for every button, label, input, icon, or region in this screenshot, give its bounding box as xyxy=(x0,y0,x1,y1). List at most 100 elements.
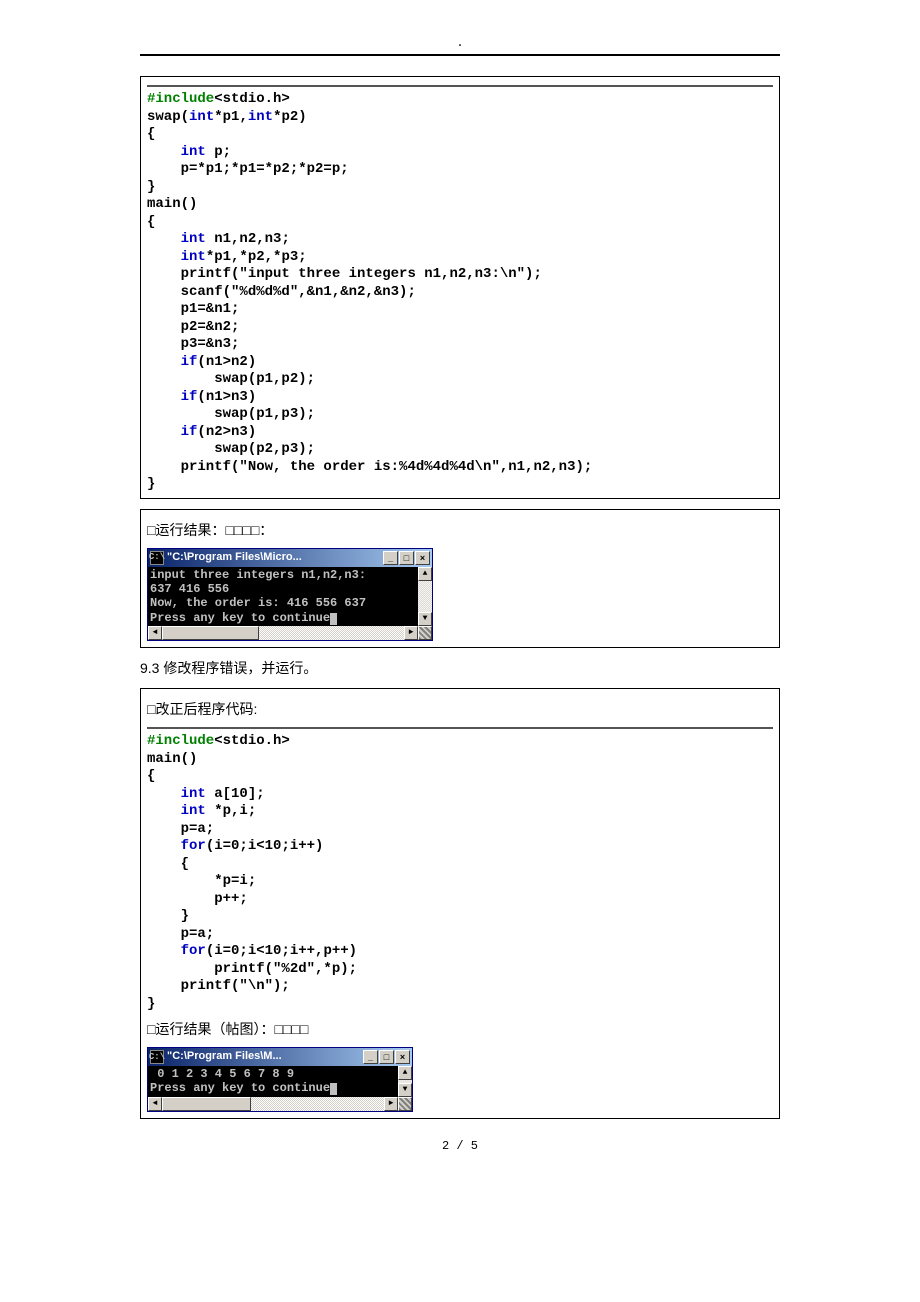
indent xyxy=(147,389,181,405)
scroll-left-button[interactable]: ◄ xyxy=(148,1097,162,1111)
kw-if: if xyxy=(181,389,198,405)
indent xyxy=(147,249,181,265)
document-page: . #include<stdio.h> swap(int*p1,int*p2) … xyxy=(0,0,920,1193)
printf-prompt: printf("input three integers n1,n2,n3:\n… xyxy=(147,266,542,282)
scroll-up-button[interactable]: ▲ xyxy=(418,567,432,581)
kw-include: #include xyxy=(147,91,214,107)
resize-grip-icon[interactable] xyxy=(418,626,432,640)
page-number: 2 / 5 xyxy=(140,1139,780,1153)
fn-swap: swap( xyxy=(147,109,189,125)
con1-line2: 637 416 556 xyxy=(150,582,229,596)
scroll-down-button[interactable]: ▼ xyxy=(398,1083,412,1097)
scroll-up-button[interactable]: ▲ xyxy=(398,1066,412,1080)
decl-pi: *p,i; xyxy=(206,803,256,819)
call-swap13: swap(p1,p3); xyxy=(147,406,315,422)
kw-if: if xyxy=(181,354,198,370)
indent xyxy=(147,354,181,370)
brace-close: } xyxy=(147,996,155,1012)
hscroll-thumb[interactable] xyxy=(162,1097,251,1111)
hscroll-track[interactable] xyxy=(162,626,404,640)
code-cell-1: #include<stdio.h> swap(int*p1,int*p2) { … xyxy=(140,76,780,499)
indent xyxy=(147,803,181,819)
kw-int: int xyxy=(248,109,273,125)
decl-n: n1,n2,n3; xyxy=(206,231,290,247)
fn-main: main() xyxy=(147,751,197,767)
code-block-1: #include<stdio.h> swap(int*p1,int*p2) { … xyxy=(147,85,773,494)
indent xyxy=(147,838,181,854)
fix-label: □改正后程序代码: xyxy=(147,699,773,719)
indent xyxy=(147,231,181,247)
close-button[interactable]: × xyxy=(415,551,430,565)
indent xyxy=(147,424,181,440)
code-block-2: #include<stdio.h> main() { int a[10]; in… xyxy=(147,727,773,1013)
kw-int: int xyxy=(181,786,206,802)
console-window-1: C:\ "C:\Program Files\Micro... _ □ × inp… xyxy=(147,548,433,642)
cond1: (n1>n2) xyxy=(197,354,256,370)
for-header2: (i=0;i<10;i++,p++) xyxy=(206,943,357,959)
console-app-icon: C:\ xyxy=(150,1050,164,1064)
indent xyxy=(147,144,181,160)
p-inc: p++; xyxy=(147,891,248,907)
close-button[interactable]: × xyxy=(395,1050,410,1064)
reset-p: p=a; xyxy=(147,926,214,942)
param1: *p1, xyxy=(214,109,248,125)
decl-a: a[10]; xyxy=(206,786,265,802)
assign-p2: p2=&n2; xyxy=(147,319,239,335)
assign-p1: p1=&n1; xyxy=(147,301,239,317)
maximize-button[interactable]: □ xyxy=(379,1050,394,1064)
brace-close: } xyxy=(147,476,155,492)
brace-close: } xyxy=(147,179,155,195)
scroll-right-button[interactable]: ► xyxy=(384,1097,398,1111)
maximize-button[interactable]: □ xyxy=(399,551,414,565)
console-titlebar[interactable]: C:\ "C:\Program Files\M... _ □ × xyxy=(148,1048,412,1066)
printf-nl: printf("\n"); xyxy=(147,978,290,994)
fn-main: main() xyxy=(147,196,197,212)
brace-open: { xyxy=(147,126,155,142)
kw-if: if xyxy=(181,424,198,440)
result-label-2: □运行结果（帖图）：□□□□ xyxy=(147,1019,773,1039)
brace-close: } xyxy=(147,908,189,924)
console-app-icon: C:\ xyxy=(150,551,164,565)
vertical-scrollbar[interactable]: ▲ ▼ xyxy=(398,1066,412,1097)
cursor-icon xyxy=(330,1083,337,1095)
scroll-track[interactable] xyxy=(418,581,432,613)
code-cell-2: □改正后程序代码: #include<stdio.h> main() { int… xyxy=(140,688,780,1119)
console-output: 0 1 2 3 4 5 6 7 8 9 Press any key to con… xyxy=(148,1066,398,1097)
kw-include: #include xyxy=(147,733,214,749)
brace-open: { xyxy=(147,214,155,230)
vertical-scrollbar[interactable]: ▲ ▼ xyxy=(418,567,432,627)
result-label-1: □运行结果：□□□□： xyxy=(147,520,773,540)
assign-p3: p3=&n3; xyxy=(147,336,239,352)
cond3: (n2>n3) xyxy=(197,424,256,440)
horizontal-scrollbar[interactable]: ◄ ► xyxy=(148,1097,412,1111)
console-titlebar[interactable]: C:\ "C:\Program Files\Micro... _ □ × xyxy=(148,549,432,567)
scroll-left-button[interactable]: ◄ xyxy=(148,626,162,640)
resize-grip-icon[interactable] xyxy=(398,1097,412,1111)
header-rule xyxy=(140,54,780,56)
brace-open: { xyxy=(147,856,189,872)
kw-int: int xyxy=(181,249,206,265)
hscroll-thumb[interactable] xyxy=(162,626,259,640)
kw-for: for xyxy=(181,943,206,959)
decl-p: p; xyxy=(206,144,231,160)
scanf: scanf("%d%d%d",&n1,&n2,&n3); xyxy=(147,284,416,300)
scroll-down-button[interactable]: ▼ xyxy=(418,612,432,626)
printf-item: printf("%2d",*p); xyxy=(147,961,357,977)
scroll-right-button[interactable]: ► xyxy=(404,626,418,640)
call-swap12: swap(p1,p2); xyxy=(147,371,315,387)
printf-result: printf("Now, the order is:%4d%4d%4d\n",n… xyxy=(147,459,592,475)
call-swap23: swap(p2,p3); xyxy=(147,441,315,457)
header-dot: . xyxy=(140,36,780,50)
horizontal-scrollbar[interactable]: ◄ ► xyxy=(148,626,432,640)
minimize-button[interactable]: _ xyxy=(383,551,398,565)
cursor-icon xyxy=(330,613,337,625)
indent xyxy=(147,786,181,802)
console-title: "C:\Program Files\M... xyxy=(167,1050,363,1063)
minimize-button[interactable]: _ xyxy=(363,1050,378,1064)
hscroll-track[interactable] xyxy=(162,1097,384,1111)
console-title: "C:\Program Files\Micro... xyxy=(167,551,383,564)
brace-open: { xyxy=(147,768,155,784)
section-9-3: 9.3 修改程序错误，并运行。 xyxy=(140,658,780,678)
kw-int: int xyxy=(181,803,206,819)
include-file: <stdio.h> xyxy=(214,91,290,107)
